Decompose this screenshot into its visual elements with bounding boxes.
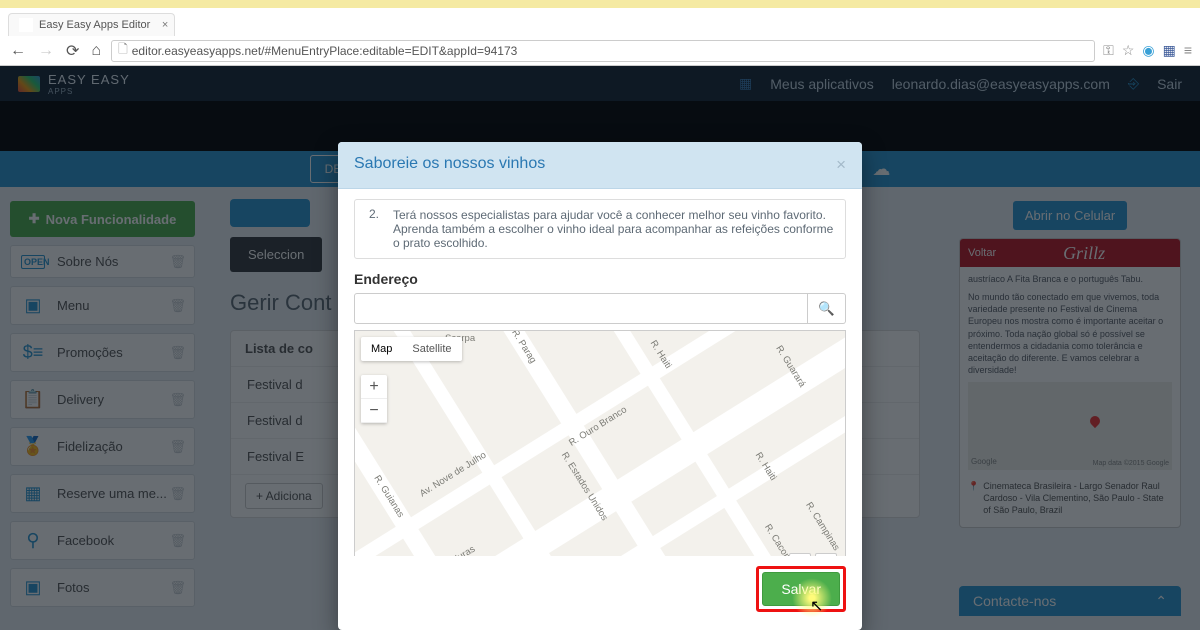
star-icon[interactable]: ☆ [1122, 42, 1135, 59]
address-input[interactable] [354, 293, 808, 324]
url-input[interactable]: 🗋 editor.easyeasyapps.net/#MenuEntryPlac… [111, 40, 1095, 62]
map-widget[interactable]: Scarpa R. Parag R. Haiti R. Guarará Av. … [354, 330, 846, 556]
key-icon[interactable]: ⚿ [1103, 42, 1114, 59]
back-icon[interactable]: ← [8, 40, 28, 62]
description-box: 2. Terá nossos especialistas para ajudar… [354, 199, 846, 259]
map-type-toggle[interactable]: Map Satellite [361, 337, 462, 361]
forward-icon: → [36, 40, 56, 62]
save-button[interactable]: Salvar [762, 572, 840, 606]
home-icon[interactable]: ⌂ [89, 40, 103, 62]
zoom-out-icon[interactable]: − [361, 399, 387, 423]
zoom-control[interactable]: + − [361, 375, 387, 423]
clear-location-icon[interactable]: ✖ [815, 553, 837, 556]
page-info-icon: 🗋 [118, 40, 128, 61]
menu-icon[interactable]: ≡ [1184, 42, 1192, 59]
modal-overlay: Saboreie os nossos vinhos × 2. Terá noss… [0, 66, 1200, 630]
search-icon: 🔍 [818, 301, 835, 317]
address-label: Endereço [354, 271, 846, 287]
modal-close-icon[interactable]: × [836, 155, 846, 175]
favicon [19, 18, 33, 32]
reload-icon[interactable]: ⟳ [64, 39, 81, 63]
url-text: editor.easyeasyapps.net/#MenuEntryPlace:… [132, 44, 518, 58]
browser-tabs: Easy Easy Apps Editor × [0, 8, 1200, 36]
locate-icon[interactable]: ➤ [789, 553, 811, 556]
zoom-in-icon[interactable]: + [361, 375, 387, 399]
ext2-icon[interactable]: ▦ [1163, 42, 1176, 59]
browser-tab[interactable]: Easy Easy Apps Editor × [8, 13, 175, 36]
modal: Saboreie os nossos vinhos × 2. Terá noss… [338, 142, 862, 630]
tab-title: Easy Easy Apps Editor [39, 19, 150, 31]
save-highlight: Salvar [756, 566, 846, 612]
address-bar: ← → ⟳ ⌂ 🗋 editor.easyeasyapps.net/#MenuE… [0, 36, 1200, 66]
search-button[interactable]: 🔍 [808, 293, 846, 324]
tab-close-icon[interactable]: × [162, 19, 168, 31]
modal-title: Saboreie os nossos vinhos [354, 155, 545, 175]
ext-icon[interactable]: ◉ [1142, 42, 1154, 59]
